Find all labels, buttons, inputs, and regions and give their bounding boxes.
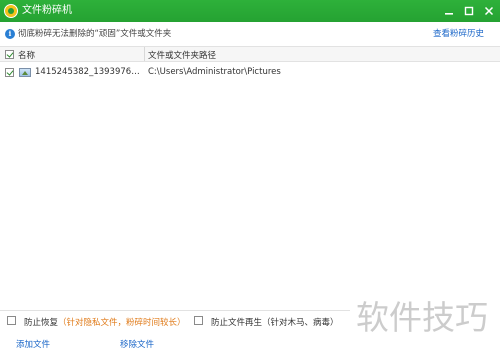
prevent-recovery-label[interactable]: 防止恢复（针对隐私文件，粉碎时间较长） <box>24 316 186 328</box>
prevent-regeneration-checkbox[interactable] <box>194 316 203 325</box>
minimize-icon[interactable] <box>440 2 458 20</box>
view-history-link[interactable]: 查看粉碎历史 <box>433 28 484 40</box>
options-bar: 防止恢复（针对隐私文件，粉碎时间较长） 防止文件再生（针对木马、病毒） <box>0 310 350 332</box>
app-logo-icon <box>4 4 18 18</box>
file-shredder-window: 文件粉碎机 i 彻底粉碎无法删除的“顽固”文件或文件夹 查看粉碎历史 名称 文件… <box>0 0 500 357</box>
info-icon: i <box>5 29 15 39</box>
table-header: 名称 文件或文件夹路径 <box>0 46 500 62</box>
file-name-cell: 1415245382_1393976250... <box>35 67 143 77</box>
column-header-path[interactable]: 文件或文件夹路径 <box>148 49 216 61</box>
image-file-icon <box>19 68 31 77</box>
select-all-checkbox[interactable] <box>5 50 14 59</box>
prevent-recovery-text: 防止恢复 <box>24 318 59 328</box>
close-icon[interactable] <box>480 2 498 20</box>
window-title: 文件粉碎机 <box>22 5 72 16</box>
remove-file-button[interactable]: 移除文件 <box>120 338 154 350</box>
prevent-recovery-note: （针对隐私文件，粉碎时间较长） <box>58 318 186 328</box>
row-checkbox[interactable] <box>5 68 14 77</box>
file-path-cell: C:\Users\Administrator\Pictures <box>148 67 281 77</box>
info-text: 彻底粉碎无法删除的“顽固”文件或文件夹 <box>18 29 172 39</box>
info-bar: i 彻底粉碎无法删除的“顽固”文件或文件夹 查看粉碎历史 <box>0 22 500 46</box>
prevent-regeneration-label[interactable]: 防止文件再生（针对木马、病毒） <box>211 316 339 328</box>
title-bar[interactable]: 文件粉碎机 <box>0 0 500 22</box>
column-header-name[interactable]: 名称 <box>18 49 35 61</box>
prevent-recovery-checkbox[interactable] <box>7 316 16 325</box>
column-divider[interactable] <box>144 47 145 61</box>
maximize-icon[interactable] <box>460 2 478 20</box>
watermark: 软件技巧 <box>356 298 488 337</box>
table-row[interactable]: 1415245382_1393976250... C:\Users\Admini… <box>0 64 500 81</box>
add-file-button[interactable]: 添加文件 <box>16 338 50 350</box>
action-bar: 添加文件 移除文件 <box>0 332 350 357</box>
